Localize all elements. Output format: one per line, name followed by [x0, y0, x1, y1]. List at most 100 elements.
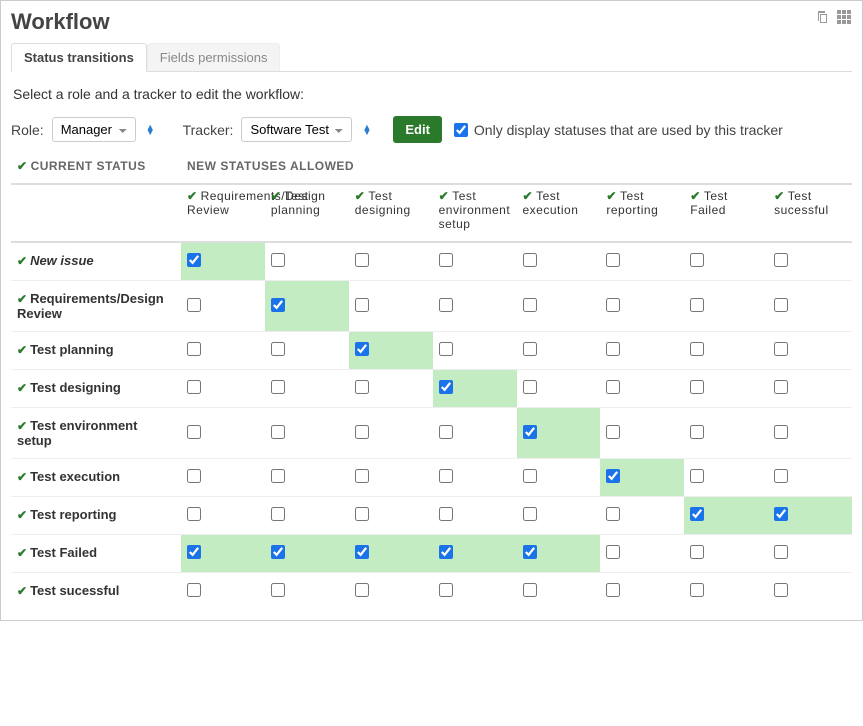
edit-button[interactable]: Edit: [393, 116, 442, 143]
role-select[interactable]: Manager: [52, 117, 136, 142]
transition-checkbox[interactable]: [271, 342, 285, 356]
transition-checkbox[interactable]: [774, 507, 788, 521]
transition-checkbox[interactable]: [355, 342, 369, 356]
filter-checkbox[interactable]: [454, 123, 468, 137]
transition-checkbox[interactable]: [187, 469, 201, 483]
transition-checkbox[interactable]: [690, 545, 704, 559]
transition-checkbox[interactable]: [523, 253, 537, 267]
tab-fields-permissions[interactable]: Fields permissions: [147, 43, 281, 71]
transition-checkbox[interactable]: [690, 253, 704, 267]
transition-checkbox[interactable]: [439, 583, 453, 597]
transition-checkbox[interactable]: [271, 469, 285, 483]
transition-checkbox[interactable]: [523, 583, 537, 597]
transition-checkbox[interactable]: [774, 298, 788, 312]
transition-checkbox[interactable]: [606, 425, 620, 439]
row-label[interactable]: ✔Test environment setup: [11, 408, 181, 459]
transition-checkbox[interactable]: [439, 507, 453, 521]
transition-checkbox[interactable]: [774, 380, 788, 394]
column-header[interactable]: ✔Test planning: [265, 184, 349, 242]
grid-icon[interactable]: [836, 9, 852, 28]
transition-checkbox[interactable]: [271, 545, 285, 559]
transition-checkbox[interactable]: [523, 425, 537, 439]
transition-checkbox[interactable]: [355, 253, 369, 267]
tab-status-transitions[interactable]: Status transitions: [11, 43, 147, 72]
transition-checkbox[interactable]: [271, 507, 285, 521]
transition-checkbox[interactable]: [355, 425, 369, 439]
transition-checkbox[interactable]: [439, 545, 453, 559]
column-header[interactable]: ✔Test reporting: [600, 184, 684, 242]
transition-checkbox[interactable]: [523, 298, 537, 312]
transition-checkbox[interactable]: [355, 298, 369, 312]
transition-checkbox[interactable]: [439, 380, 453, 394]
sort-icon[interactable]: ▲▼: [362, 125, 371, 135]
transition-checkbox[interactable]: [355, 380, 369, 394]
transition-checkbox[interactable]: [523, 469, 537, 483]
row-label[interactable]: ✔Test execution: [11, 459, 181, 497]
column-header[interactable]: ✔Requirements/Design Review: [181, 184, 265, 242]
transition-checkbox[interactable]: [187, 342, 201, 356]
transition-checkbox[interactable]: [774, 545, 788, 559]
transition-checkbox[interactable]: [774, 342, 788, 356]
sort-icon[interactable]: ▲▼: [146, 125, 155, 135]
transition-checkbox[interactable]: [690, 298, 704, 312]
transition-checkbox[interactable]: [271, 425, 285, 439]
transition-checkbox[interactable]: [439, 425, 453, 439]
transition-checkbox[interactable]: [271, 253, 285, 267]
transition-checkbox[interactable]: [187, 545, 201, 559]
transition-checkbox[interactable]: [439, 469, 453, 483]
row-label[interactable]: ✔New issue: [11, 242, 181, 281]
transition-checkbox[interactable]: [774, 425, 788, 439]
transition-checkbox[interactable]: [355, 469, 369, 483]
transition-checkbox[interactable]: [606, 583, 620, 597]
transition-checkbox[interactable]: [774, 469, 788, 483]
transition-checkbox[interactable]: [690, 380, 704, 394]
transition-checkbox[interactable]: [523, 380, 537, 394]
transition-checkbox[interactable]: [271, 298, 285, 312]
row-label[interactable]: ✔Test sucessful: [11, 573, 181, 611]
transition-checkbox[interactable]: [355, 583, 369, 597]
transition-checkbox[interactable]: [187, 298, 201, 312]
transition-checkbox[interactable]: [606, 380, 620, 394]
transition-checkbox[interactable]: [690, 425, 704, 439]
column-header[interactable]: ✔Test designing: [349, 184, 433, 242]
copy-icon[interactable]: [814, 9, 830, 28]
column-header[interactable]: ✔Test execution: [517, 184, 601, 242]
transition-checkbox[interactable]: [523, 545, 537, 559]
transition-checkbox[interactable]: [523, 507, 537, 521]
transition-checkbox[interactable]: [690, 507, 704, 521]
transition-checkbox[interactable]: [187, 380, 201, 394]
transition-checkbox[interactable]: [606, 545, 620, 559]
column-header[interactable]: ✔Test environment setup: [433, 184, 517, 242]
current-status-header[interactable]: ✔CURRENT STATUS: [11, 155, 181, 184]
transition-checkbox[interactable]: [690, 583, 704, 597]
row-label[interactable]: ✔Test planning: [11, 332, 181, 370]
transition-checkbox[interactable]: [523, 342, 537, 356]
transition-checkbox[interactable]: [271, 380, 285, 394]
transition-checkbox[interactable]: [355, 507, 369, 521]
column-header[interactable]: ✔Test Failed: [684, 184, 768, 242]
transition-checkbox[interactable]: [439, 298, 453, 312]
transition-checkbox[interactable]: [774, 583, 788, 597]
tracker-select[interactable]: Software Test: [241, 117, 352, 142]
transition-checkbox[interactable]: [606, 253, 620, 267]
row-label[interactable]: ✔Test designing: [11, 370, 181, 408]
transition-checkbox[interactable]: [606, 342, 620, 356]
filter-label[interactable]: Only display statuses that are used by t…: [474, 122, 783, 138]
transition-checkbox[interactable]: [439, 342, 453, 356]
column-header[interactable]: ✔Test sucessful: [768, 184, 852, 242]
transition-checkbox[interactable]: [690, 469, 704, 483]
transition-checkbox[interactable]: [187, 583, 201, 597]
transition-checkbox[interactable]: [187, 507, 201, 521]
transition-checkbox[interactable]: [187, 425, 201, 439]
transition-checkbox[interactable]: [606, 298, 620, 312]
transition-checkbox[interactable]: [606, 469, 620, 483]
row-label[interactable]: ✔Test Failed: [11, 535, 181, 573]
row-label[interactable]: ✔Requirements/Design Review: [11, 281, 181, 332]
transition-checkbox[interactable]: [774, 253, 788, 267]
transition-checkbox[interactable]: [439, 253, 453, 267]
transition-checkbox[interactable]: [271, 583, 285, 597]
transition-checkbox[interactable]: [355, 545, 369, 559]
row-label[interactable]: ✔Test reporting: [11, 497, 181, 535]
transition-checkbox[interactable]: [690, 342, 704, 356]
transition-checkbox[interactable]: [187, 253, 201, 267]
